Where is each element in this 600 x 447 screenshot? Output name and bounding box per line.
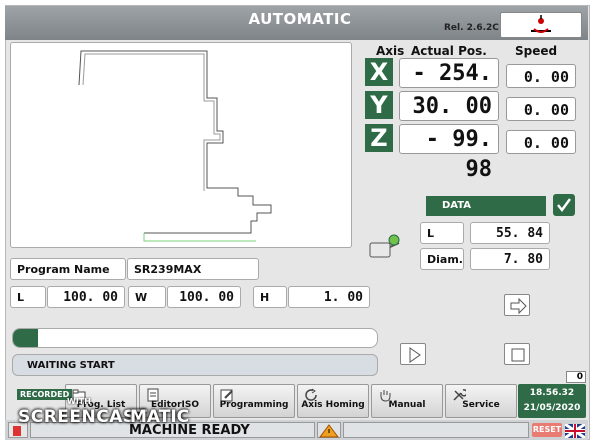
recorded-watermark: RECORDED [17,389,73,400]
next-arrow-button[interactable] [504,294,530,316]
program-w-label: W [128,286,166,308]
program-name-label: Program Name [10,258,126,280]
data-l-label: L [420,222,464,244]
status-message: WAITING START [12,354,378,376]
axis-heading: Axis [376,44,405,58]
program-l-label: L [10,286,46,308]
with-watermark: WITH [67,397,91,406]
data-l-value[interactable]: 55. 84 [470,222,550,244]
progress-fill [13,329,39,347]
program-name-value[interactable]: SR239MAX [127,258,259,280]
clock: 18.56.32 21/05/2020 [518,384,586,418]
program-h-value[interactable]: 1. 00 [288,286,370,308]
data-header: DATA [426,196,546,216]
warning-icon[interactable] [317,422,341,438]
stop-button[interactable] [504,343,530,365]
tab-axis-homing[interactable]: Axis Homing [297,384,369,418]
piece-counter: 0 [566,371,586,383]
axis-x-speed: 0. 00 [506,64,576,88]
program-h-label: H [253,286,287,308]
axis-z-speed: 0. 00 [506,130,576,154]
actual-pos-heading: Actual Pos. [411,44,487,58]
secondary-message-field [343,422,529,438]
confirm-check-icon[interactable] [553,194,575,216]
tab-axis-homing-label: Axis Homing [301,400,365,410]
oil-can-icon [366,233,402,261]
clock-date: 21/05/2020 [523,403,581,413]
tab-service-label: Service [462,400,500,410]
machine-logo-icon [500,12,582,38]
release-label: Rel. 2.6.2C [444,23,499,33]
axis-x-badge: X [365,58,393,86]
axis-y-badge: Y [365,91,393,119]
tab-manual[interactable]: Manual [371,384,443,418]
start-play-button[interactable] [400,343,426,365]
data-diam-value[interactable]: 7. 80 [470,248,550,270]
screencast-watermark: SCREENCAST [18,407,148,427]
tab-manual-label: Manual [388,400,426,410]
tab-programming[interactable]: Programming [213,384,295,418]
part-profile-drawing [78,50,272,242]
axis-z-position: - 99. 98 [399,124,499,182]
tab-service[interactable]: Service [445,384,517,418]
program-progress-bar [12,328,378,348]
tab-programming-label: Programming [219,400,289,410]
clock-time: 18.56.32 [529,388,575,398]
axis-y-position: 30. 00 [399,91,499,121]
speed-heading: Speed [515,44,558,58]
reset-button[interactable]: RESET [532,423,562,437]
part-drawing-area [10,42,352,248]
axis-y-speed: 0. 00 [506,97,576,121]
language-flag-icon[interactable] [564,422,586,440]
program-l-value[interactable]: 100. 00 [47,286,125,308]
data-diam-label: Diam. [420,248,464,270]
axis-z-badge: Z [365,124,393,152]
program-w-value[interactable]: 100. 00 [167,286,241,308]
matic-watermark: MATIC [130,407,190,427]
axis-x-position: - 254. 85 [399,58,499,116]
